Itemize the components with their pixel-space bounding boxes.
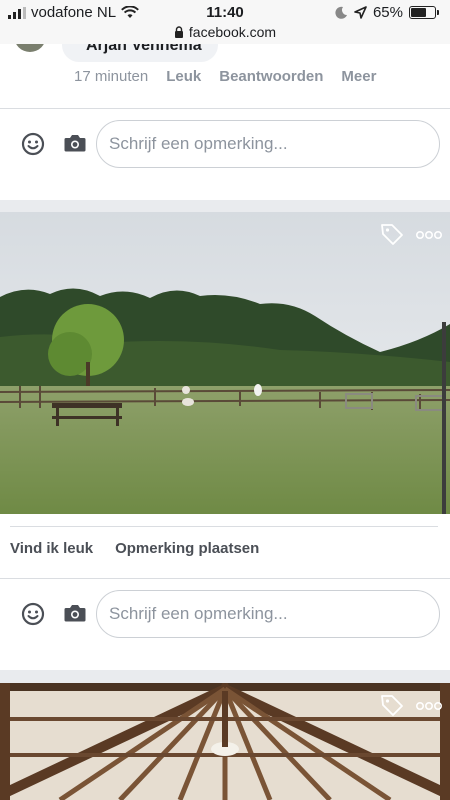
camera-icon[interactable] bbox=[64, 133, 86, 153]
url-bar[interactable]: facebook.com bbox=[0, 24, 450, 40]
more-button[interactable]: Meer bbox=[341, 68, 376, 85]
comment-input[interactable]: Schrijf een opmerking... bbox=[96, 120, 440, 168]
divider bbox=[0, 108, 450, 109]
comment-post-button[interactable]: Opmerking plaatsen bbox=[115, 540, 259, 557]
divider bbox=[10, 526, 438, 527]
tag-icon[interactable] bbox=[380, 693, 404, 717]
more-icon[interactable] bbox=[416, 701, 442, 711]
like-comment-button[interactable]: Leuk bbox=[166, 68, 201, 85]
photo-post: Vind ik leuk Opmerking plaatsen Schrijf … bbox=[0, 212, 450, 670]
battery-fill bbox=[411, 8, 426, 17]
more-icon[interactable] bbox=[416, 230, 442, 240]
comment-composer: Schrijf een opmerking... bbox=[0, 120, 450, 168]
camera-icon[interactable] bbox=[64, 603, 86, 623]
photo-post bbox=[0, 683, 450, 800]
status-bar: vodafone NL 11:40 65% facebook.com bbox=[0, 0, 450, 44]
battery-percent: 65% bbox=[372, 4, 403, 21]
smiley-icon[interactable] bbox=[21, 602, 45, 626]
comment-time: 17 minuten bbox=[74, 68, 149, 85]
tag-icon[interactable] bbox=[380, 222, 404, 246]
page: vodafone NL 11:40 65% facebook.com Arjan… bbox=[0, 0, 450, 800]
status-right: 65% bbox=[335, 4, 439, 21]
location-icon bbox=[354, 6, 367, 19]
battery-icon bbox=[409, 6, 439, 19]
post-photo[interactable] bbox=[0, 212, 450, 514]
reply-button[interactable]: Beantwoorden bbox=[219, 68, 323, 85]
comment-input[interactable]: Schrijf een opmerking... bbox=[96, 590, 440, 638]
url-text: facebook.com bbox=[188, 24, 277, 40]
moon-icon bbox=[335, 6, 347, 19]
comment-composer: Schrijf een opmerking... bbox=[0, 590, 450, 638]
like-post-button[interactable]: Vind ik leuk bbox=[10, 540, 93, 557]
smiley-icon[interactable] bbox=[21, 132, 45, 156]
post-actions: Vind ik leuk Opmerking plaatsen bbox=[10, 540, 259, 557]
lock-icon bbox=[174, 26, 183, 38]
divider bbox=[0, 578, 450, 579]
comment-meta: 17 minuten Leuk Beantwoorden Meer bbox=[74, 68, 376, 85]
